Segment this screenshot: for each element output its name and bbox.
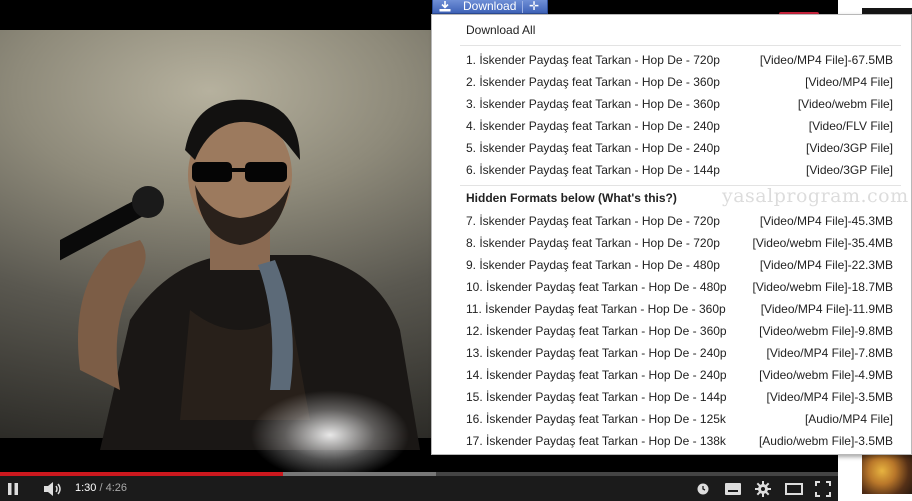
format-option[interactable]: 17. İskender Paydaş feat Tarkan - Hop De… — [466, 430, 893, 452]
format-option[interactable]: 6. İskender Paydaş feat Tarkan - Hop De … — [466, 159, 893, 181]
download-button-label: Download — [463, 0, 517, 13]
format-type: [Video/webm File]-18.7MB — [752, 280, 893, 294]
related-video-thumbnail[interactable] — [862, 452, 912, 494]
format-option[interactable]: 3. İskender Paydaş feat Tarkan - Hop De … — [466, 93, 893, 115]
format-type: [Video/webm File]-35.4MB — [752, 236, 893, 250]
format-title: 1. İskender Paydaş feat Tarkan - Hop De … — [466, 53, 720, 67]
format-type: [Video/MP4 File]-45.3MB — [759, 214, 893, 228]
format-title: 7. İskender Paydaş feat Tarkan - Hop De … — [466, 214, 720, 228]
miniplayer-icon[interactable] — [785, 483, 803, 495]
format-type: [Video/MP4 File]-11.9MB — [760, 302, 893, 316]
format-type: [Video/MP4 File]-22.3MB — [759, 258, 893, 272]
format-type: [Video/3GP File] — [806, 163, 893, 177]
format-type: [Video/MP4 File]-67.5MB — [759, 53, 893, 67]
hidden-formats-heading[interactable]: Hidden Formats below (What's this?) — [466, 191, 677, 205]
format-option[interactable]: 14. İskender Paydaş feat Tarkan - Hop De… — [466, 364, 893, 386]
time-display: 1:30 / 4:26 — [75, 476, 127, 501]
format-title: 5. İskender Paydaş feat Tarkan - Hop De … — [466, 141, 720, 155]
format-title: 15. İskender Paydaş feat Tarkan - Hop De… — [466, 390, 727, 404]
format-title: 11. İskender Paydaş feat Tarkan - Hop De… — [466, 302, 726, 316]
clock-icon[interactable] — [697, 483, 709, 495]
format-type: [Video/3GP File] — [806, 141, 893, 155]
format-option[interactable]: 8. İskender Paydaş feat Tarkan - Hop De … — [466, 232, 893, 254]
current-time: 1:30 — [75, 482, 97, 494]
format-title: 4. İskender Paydaş feat Tarkan - Hop De … — [466, 119, 720, 133]
format-option[interactable]: 7. İskender Paydaş feat Tarkan - Hop De … — [466, 210, 893, 232]
format-type: [Video/webm File]-9.8MB — [759, 324, 893, 338]
download-button[interactable]: Download ✛ — [432, 0, 548, 14]
format-title: 6. İskender Paydaş feat Tarkan - Hop De … — [466, 163, 720, 177]
format-type: [Video/FLV File] — [808, 119, 893, 133]
format-title: 16. İskender Paydaş feat Tarkan - Hop De… — [466, 412, 726, 426]
volume-icon[interactable] — [43, 482, 63, 496]
format-title: 3. İskender Paydaş feat Tarkan - Hop De … — [466, 97, 720, 111]
pause-icon[interactable] — [6, 482, 20, 496]
stage-light — [250, 390, 410, 472]
settings-gear-icon[interactable] — [755, 481, 771, 497]
format-title: 10. İskender Paydaş feat Tarkan - Hop De… — [466, 280, 727, 294]
format-option[interactable]: 9. İskender Paydaş feat Tarkan - Hop De … — [466, 254, 893, 276]
format-type: [Audio/webm File]-3.5MB — [758, 434, 893, 448]
format-title: 14. İskender Paydaş feat Tarkan - Hop De… — [466, 368, 727, 382]
format-title: 9. İskender Paydaş feat Tarkan - Hop De … — [466, 258, 720, 272]
format-type: [Video/webm File] — [797, 97, 893, 111]
format-title: 2. İskender Paydaş feat Tarkan - Hop De … — [466, 75, 720, 89]
format-title: 17. İskender Paydaş feat Tarkan - Hop De… — [466, 434, 726, 448]
duration: / 4:26 — [99, 482, 128, 494]
format-type: [Video/webm File]-4.9MB — [759, 368, 893, 382]
format-option[interactable]: 2. İskender Paydaş feat Tarkan - Hop De … — [466, 71, 893, 93]
download-all-link[interactable]: Download All — [466, 23, 535, 37]
format-option[interactable]: 5. İskender Paydaş feat Tarkan - Hop De … — [466, 137, 893, 159]
watermark: yasalprogram.com — [722, 185, 909, 207]
format-type: [Video/MP4 File] — [805, 75, 893, 89]
download-menu: Download All 1. İskender Paydaş feat Tar… — [431, 14, 912, 455]
subtitles-icon[interactable] — [725, 483, 741, 495]
format-option[interactable]: 13. İskender Paydaş feat Tarkan - Hop De… — [466, 342, 893, 364]
format-option[interactable]: 11. İskender Paydaş feat Tarkan - Hop De… — [466, 298, 893, 320]
format-title: 13. İskender Paydaş feat Tarkan - Hop De… — [466, 346, 727, 360]
button-separator — [522, 1, 523, 13]
menu-divider — [460, 45, 901, 46]
format-option[interactable]: 16. İskender Paydaş feat Tarkan - Hop De… — [466, 408, 893, 430]
move-icon[interactable]: ✛ — [529, 0, 539, 13]
format-option[interactable]: 12. İskender Paydaş feat Tarkan - Hop De… — [466, 320, 893, 342]
format-option[interactable]: 10. İskender Paydaş feat Tarkan - Hop De… — [466, 276, 893, 298]
format-option[interactable]: 15. İskender Paydaş feat Tarkan - Hop De… — [466, 386, 893, 408]
format-title: 12. İskender Paydaş feat Tarkan - Hop De… — [466, 324, 727, 338]
format-type: [Video/MP4 File]-3.5MB — [766, 390, 894, 404]
format-title: 8. İskender Paydaş feat Tarkan - Hop De … — [466, 236, 720, 250]
format-type: [Video/MP4 File]-7.8MB — [766, 346, 894, 360]
download-icon — [439, 1, 451, 12]
format-option[interactable]: 1. İskender Paydaş feat Tarkan - Hop De … — [466, 49, 893, 71]
format-option[interactable]: 4. İskender Paydaş feat Tarkan - Hop De … — [466, 115, 893, 137]
format-type: [Audio/MP4 File] — [804, 412, 893, 426]
fullscreen-icon[interactable] — [815, 481, 831, 497]
